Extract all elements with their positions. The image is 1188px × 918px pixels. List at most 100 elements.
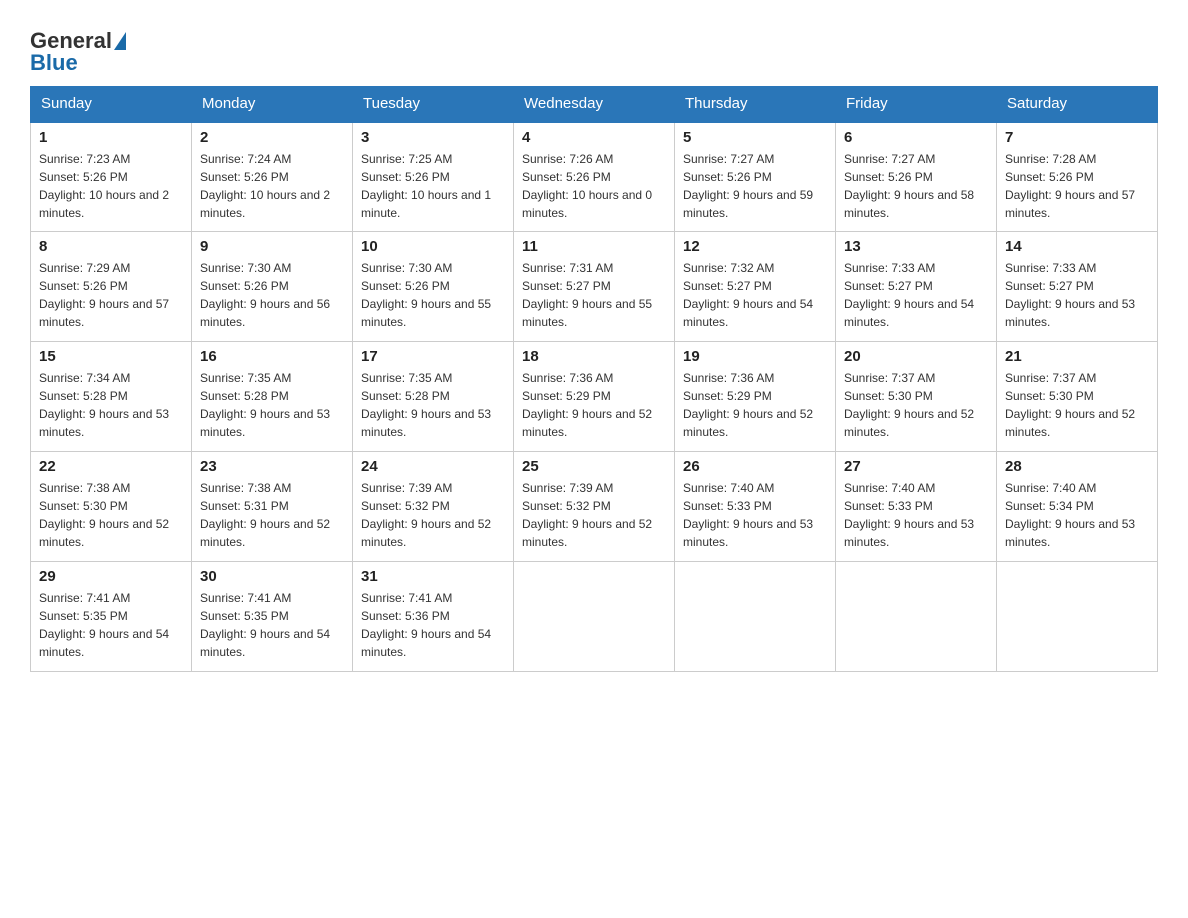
calendar-cell: 29 Sunrise: 7:41 AMSunset: 5:35 PMDayligh… [31,562,192,672]
day-number: 4 [522,129,666,146]
day-info: Sunrise: 7:25 AMSunset: 5:26 PMDaylight:… [361,150,505,222]
day-number: 15 [39,348,183,365]
day-info: Sunrise: 7:27 AMSunset: 5:26 PMDaylight:… [844,150,988,222]
day-info: Sunrise: 7:40 AMSunset: 5:33 PMDaylight:… [683,479,827,551]
day-number: 14 [1005,238,1149,255]
day-number: 6 [844,129,988,146]
day-info: Sunrise: 7:34 AMSunset: 5:28 PMDaylight:… [39,369,183,441]
calendar-cell: 23 Sunrise: 7:38 AMSunset: 5:31 PMDayligh… [192,452,353,562]
day-info: Sunrise: 7:38 AMSunset: 5:31 PMDaylight:… [200,479,344,551]
day-number: 20 [844,348,988,365]
day-info: Sunrise: 7:39 AMSunset: 5:32 PMDaylight:… [361,479,505,551]
day-info: Sunrise: 7:41 AMSunset: 5:35 PMDaylight:… [200,589,344,661]
logo-triangle-icon [114,32,126,50]
calendar-cell: 22 Sunrise: 7:38 AMSunset: 5:30 PMDayligh… [31,452,192,562]
day-number: 25 [522,458,666,475]
day-info: Sunrise: 7:29 AMSunset: 5:26 PMDaylight:… [39,259,183,331]
day-number: 1 [39,129,183,146]
calendar-cell: 10 Sunrise: 7:30 AMSunset: 5:26 PMDayligh… [353,232,514,342]
day-info: Sunrise: 7:39 AMSunset: 5:32 PMDaylight:… [522,479,666,551]
day-header-thursday: Thursday [675,87,836,122]
week-row-2: 8 Sunrise: 7:29 AMSunset: 5:26 PMDaylight… [31,232,1158,342]
calendar-cell: 11 Sunrise: 7:31 AMSunset: 5:27 PMDayligh… [514,232,675,342]
day-number: 5 [683,129,827,146]
calendar-cell: 12 Sunrise: 7:32 AMSunset: 5:27 PMDayligh… [675,232,836,342]
day-number: 16 [200,348,344,365]
day-header-tuesday: Tuesday [353,87,514,122]
day-info: Sunrise: 7:27 AMSunset: 5:26 PMDaylight:… [683,150,827,222]
calendar-cell: 31 Sunrise: 7:41 AMSunset: 5:36 PMDayligh… [353,562,514,672]
calendar-cell: 18Sunrise: 7:36 AMSunset: 5:29 PMDayligh… [514,342,675,452]
day-header-wednesday: Wednesday [514,87,675,122]
calendar-cell: 30 Sunrise: 7:41 AMSunset: 5:35 PMDayligh… [192,562,353,672]
day-header-saturday: Saturday [997,87,1158,122]
day-info: Sunrise: 7:35 AMSunset: 5:28 PMDaylight:… [200,369,344,441]
day-info: Sunrise: 7:36 AMSunset: 5:29 PMDaylight:… [522,369,666,441]
calendar-cell: 6 Sunrise: 7:27 AMSunset: 5:26 PMDaylight… [836,122,997,232]
day-number: 28 [1005,458,1149,475]
day-info: Sunrise: 7:30 AMSunset: 5:26 PMDaylight:… [200,259,344,331]
day-number: 7 [1005,129,1149,146]
week-row-5: 29 Sunrise: 7:41 AMSunset: 5:35 PMDayligh… [31,562,1158,672]
day-info: Sunrise: 7:30 AMSunset: 5:26 PMDaylight:… [361,259,505,331]
calendar-cell: 9 Sunrise: 7:30 AMSunset: 5:26 PMDaylight… [192,232,353,342]
day-number: 26 [683,458,827,475]
calendar-cell: 14 Sunrise: 7:33 AMSunset: 5:27 PMDayligh… [997,232,1158,342]
day-info: Sunrise: 7:41 AMSunset: 5:36 PMDaylight:… [361,589,505,661]
calendar-cell: 8 Sunrise: 7:29 AMSunset: 5:26 PMDaylight… [31,232,192,342]
day-header-sunday: Sunday [31,87,192,122]
calendar-cell: 25 Sunrise: 7:39 AMSunset: 5:32 PMDayligh… [514,452,675,562]
day-number: 17 [361,348,505,365]
day-number: 8 [39,238,183,255]
week-row-4: 22 Sunrise: 7:38 AMSunset: 5:30 PMDayligh… [31,452,1158,562]
day-number: 27 [844,458,988,475]
day-info: Sunrise: 7:41 AMSunset: 5:35 PMDaylight:… [39,589,183,661]
calendar-cell [836,562,997,672]
calendar-cell: 27 Sunrise: 7:40 AMSunset: 5:33 PMDayligh… [836,452,997,562]
day-info: Sunrise: 7:26 AMSunset: 5:26 PMDaylight:… [522,150,666,222]
day-info: Sunrise: 7:37 AMSunset: 5:30 PMDaylight:… [1005,369,1149,441]
calendar-cell: 16 Sunrise: 7:35 AMSunset: 5:28 PMDayligh… [192,342,353,452]
day-number: 24 [361,458,505,475]
day-number: 10 [361,238,505,255]
day-info: Sunrise: 7:35 AMSunset: 5:28 PMDaylight:… [361,369,505,441]
calendar-cell: 24 Sunrise: 7:39 AMSunset: 5:32 PMDayligh… [353,452,514,562]
day-number: 31 [361,568,505,585]
calendar-cell: 21Sunrise: 7:37 AMSunset: 5:30 PMDayligh… [997,342,1158,452]
calendar-cell: 19 Sunrise: 7:36 AMSunset: 5:29 PMDayligh… [675,342,836,452]
day-header-monday: Monday [192,87,353,122]
header: General Blue [30,20,1158,76]
day-info: Sunrise: 7:23 AMSunset: 5:26 PMDaylight:… [39,150,183,222]
calendar-cell [675,562,836,672]
day-number: 29 [39,568,183,585]
day-number: 11 [522,238,666,255]
day-info: Sunrise: 7:32 AMSunset: 5:27 PMDaylight:… [683,259,827,331]
day-info: Sunrise: 7:38 AMSunset: 5:30 PMDaylight:… [39,479,183,551]
calendar-cell: 2 Sunrise: 7:24 AMSunset: 5:26 PMDaylight… [192,122,353,232]
day-number: 12 [683,238,827,255]
day-info: Sunrise: 7:36 AMSunset: 5:29 PMDaylight:… [683,369,827,441]
day-info: Sunrise: 7:40 AMSunset: 5:33 PMDaylight:… [844,479,988,551]
calendar-cell: 17 Sunrise: 7:35 AMSunset: 5:28 PMDayligh… [353,342,514,452]
week-row-3: 15 Sunrise: 7:34 AMSunset: 5:28 PMDayligh… [31,342,1158,452]
day-number: 2 [200,129,344,146]
calendar-cell: 7 Sunrise: 7:28 AMSunset: 5:26 PMDaylight… [997,122,1158,232]
calendar-cell [514,562,675,672]
day-header-friday: Friday [836,87,997,122]
calendar-cell: 28Sunrise: 7:40 AMSunset: 5:34 PMDayligh… [997,452,1158,562]
day-info: Sunrise: 7:24 AMSunset: 5:26 PMDaylight:… [200,150,344,222]
day-number: 13 [844,238,988,255]
day-header-row: SundayMondayTuesdayWednesdayThursdayFrid… [31,87,1158,122]
day-number: 23 [200,458,344,475]
calendar-cell [997,562,1158,672]
day-info: Sunrise: 7:33 AMSunset: 5:27 PMDaylight:… [1005,259,1149,331]
day-number: 22 [39,458,183,475]
day-info: Sunrise: 7:33 AMSunset: 5:27 PMDaylight:… [844,259,988,331]
day-number: 9 [200,238,344,255]
day-number: 19 [683,348,827,365]
calendar-cell: 4 Sunrise: 7:26 AMSunset: 5:26 PMDaylight… [514,122,675,232]
day-info: Sunrise: 7:28 AMSunset: 5:26 PMDaylight:… [1005,150,1149,222]
day-number: 30 [200,568,344,585]
day-info: Sunrise: 7:31 AMSunset: 5:27 PMDaylight:… [522,259,666,331]
calendar-cell: 5 Sunrise: 7:27 AMSunset: 5:26 PMDaylight… [675,122,836,232]
